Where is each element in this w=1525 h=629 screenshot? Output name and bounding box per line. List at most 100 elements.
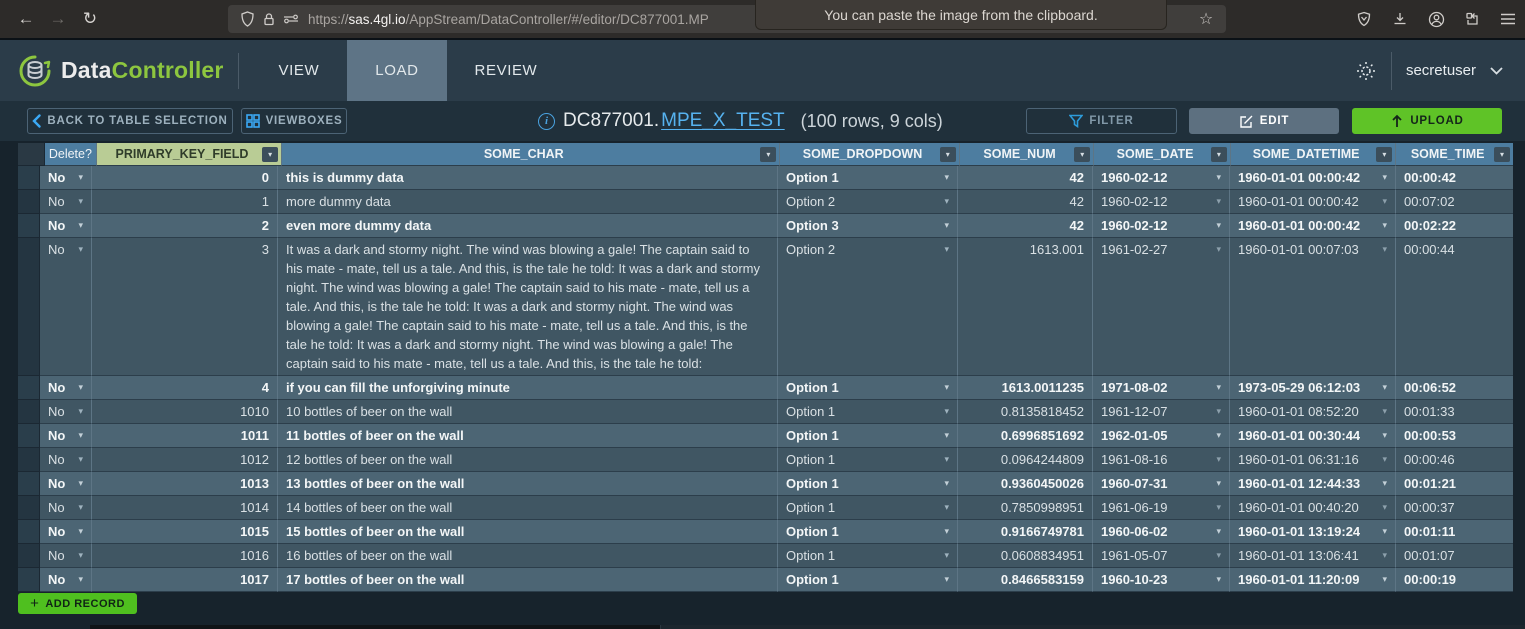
dropdown-select[interactable]: Option 3▾ <box>778 214 958 238</box>
delete-select[interactable]: No▾ <box>40 214 92 238</box>
upload-button[interactable]: UPLOAD <box>1352 108 1502 134</box>
primary-key-cell[interactable]: 2 <box>92 214 278 238</box>
dropdown-select[interactable]: Option 1▾ <box>778 472 958 496</box>
row-handle[interactable] <box>18 544 40 568</box>
date-picker-cell[interactable]: 1961-08-16▾ <box>1093 448 1230 472</box>
user-menu-chevron-icon[interactable] <box>1490 67 1503 75</box>
dropdown-select[interactable]: Option 1▾ <box>778 568 958 592</box>
date-picker-cell[interactable]: 1962-01-05▾ <box>1093 424 1230 448</box>
some-time-cell[interactable]: 00:01:07 <box>1396 544 1513 568</box>
primary-key-cell[interactable]: 1015 <box>92 520 278 544</box>
browser-reload-button[interactable]: ↻ <box>74 4 106 34</box>
some-char-cell[interactable]: 15 bottles of beer on the wall <box>278 520 778 544</box>
delete-select[interactable]: No▾ <box>40 568 92 592</box>
some-char-cell[interactable]: 11 bottles of beer on the wall <box>278 424 778 448</box>
column-header-some-char[interactable]: SOME_CHAR▾ <box>282 143 780 166</box>
delete-select[interactable]: No▾ <box>40 472 92 496</box>
nav-tab-load[interactable]: LOAD <box>347 40 446 101</box>
primary-key-cell[interactable]: 1017 <box>92 568 278 592</box>
dropdown-select[interactable]: Option 2▾ <box>778 190 958 214</box>
some-time-cell[interactable]: 00:00:53 <box>1396 424 1513 448</box>
some-num-cell[interactable]: 42 <box>958 214 1093 238</box>
some-time-cell[interactable]: 00:00:44 <box>1396 238 1513 376</box>
some-num-cell[interactable]: 0.7850998951 <box>958 496 1093 520</box>
primary-key-cell[interactable]: 4 <box>92 376 278 400</box>
theme-toggle-sun-icon[interactable] <box>1355 60 1377 82</box>
delete-select[interactable]: No▾ <box>40 520 92 544</box>
row-handle[interactable] <box>18 448 40 472</box>
datetime-picker-cell[interactable]: 1960-01-01 00:00:42▾ <box>1230 166 1396 190</box>
datetime-picker-cell[interactable]: 1973-05-29 06:12:03▾ <box>1230 376 1396 400</box>
column-header-some-num[interactable]: SOME_NUM▾ <box>960 143 1095 166</box>
lock-icon[interactable] <box>258 8 280 30</box>
datetime-picker-cell[interactable]: 1960-01-01 00:00:42▾ <box>1230 214 1396 238</box>
some-time-cell[interactable]: 00:00:42 <box>1396 166 1513 190</box>
date-picker-cell[interactable]: 1960-06-02▾ <box>1093 520 1230 544</box>
row-handle[interactable] <box>18 568 40 592</box>
row-handle[interactable] <box>18 214 40 238</box>
some-char-cell[interactable]: 12 bottles of beer on the wall <box>278 448 778 472</box>
date-picker-cell[interactable]: 1961-06-19▾ <box>1093 496 1230 520</box>
some-char-cell[interactable]: 17 bottles of beer on the wall <box>278 568 778 592</box>
date-picker-cell[interactable]: 1961-05-07▾ <box>1093 544 1230 568</box>
some-time-cell[interactable]: 00:01:33 <box>1396 400 1513 424</box>
some-char-cell[interactable]: even more dummy data <box>278 214 778 238</box>
some-num-cell[interactable]: 0.8466583159 <box>958 568 1093 592</box>
some-char-cell[interactable]: 10 bottles of beer on the wall <box>278 400 778 424</box>
delete-select[interactable]: No▾ <box>40 448 92 472</box>
datetime-picker-cell[interactable]: 1960-01-01 08:52:20▾ <box>1230 400 1396 424</box>
some-time-cell[interactable]: 00:07:02 <box>1396 190 1513 214</box>
row-handle[interactable] <box>18 166 40 190</box>
some-num-cell[interactable]: 0.6996851692 <box>958 424 1093 448</box>
column-filter-icon[interactable]: ▾ <box>262 147 278 162</box>
primary-key-cell[interactable]: 1010 <box>92 400 278 424</box>
some-time-cell[interactable]: 00:06:52 <box>1396 376 1513 400</box>
datetime-picker-cell[interactable]: 1960-01-01 00:00:42▾ <box>1230 190 1396 214</box>
column-filter-icon[interactable]: ▾ <box>1074 147 1090 162</box>
downloads-icon[interactable] <box>1389 8 1411 30</box>
column-header-delete[interactable]: Delete? <box>45 143 97 166</box>
some-char-cell[interactable]: if you can fill the unforgiving minute <box>278 376 778 400</box>
dropdown-select[interactable]: Option 1▾ <box>778 424 958 448</box>
datetime-picker-cell[interactable]: 1960-01-01 00:40:20▾ <box>1230 496 1396 520</box>
datetime-picker-cell[interactable]: 1960-01-01 13:19:24▾ <box>1230 520 1396 544</box>
datetime-picker-cell[interactable]: 1960-01-01 00:30:44▾ <box>1230 424 1396 448</box>
some-time-cell[interactable]: 00:00:37 <box>1396 496 1513 520</box>
dropdown-select[interactable]: Option 1▾ <box>778 496 958 520</box>
filter-button[interactable]: FILTER <box>1026 108 1177 134</box>
info-icon[interactable]: i <box>538 113 555 130</box>
some-time-cell[interactable]: 00:01:21 <box>1396 472 1513 496</box>
column-filter-icon[interactable]: ▾ <box>1211 147 1227 162</box>
column-filter-icon[interactable]: ▾ <box>1376 147 1392 162</box>
tracking-shield-icon[interactable] <box>236 8 258 30</box>
browser-forward-button[interactable]: → <box>42 4 74 34</box>
delete-select[interactable]: No▾ <box>40 496 92 520</box>
some-time-cell[interactable]: 00:00:46 <box>1396 448 1513 472</box>
primary-key-cell[interactable]: 3 <box>92 238 278 376</box>
row-handle[interactable] <box>18 496 40 520</box>
primary-key-cell[interactable]: 1014 <box>92 496 278 520</box>
row-handle[interactable] <box>18 238 40 376</box>
menu-hamburger-icon[interactable] <box>1497 8 1519 30</box>
back-to-table-selection-button[interactable]: BACK TO TABLE SELECTION <box>27 108 233 134</box>
date-picker-cell[interactable]: 1960-07-31▾ <box>1093 472 1230 496</box>
permissions-icon[interactable] <box>280 8 302 30</box>
some-num-cell[interactable]: 1613.0011235 <box>958 376 1093 400</box>
delete-select[interactable]: No▾ <box>40 424 92 448</box>
some-num-cell[interactable]: 42 <box>958 166 1093 190</box>
dropdown-select[interactable]: Option 1▾ <box>778 376 958 400</box>
some-time-cell[interactable]: 00:00:19 <box>1396 568 1513 592</box>
viewboxes-button[interactable]: VIEWBOXES <box>241 108 347 134</box>
add-record-button[interactable]: + ADD RECORD <box>18 593 137 614</box>
delete-select[interactable]: No▾ <box>40 400 92 424</box>
nav-tab-review[interactable]: REVIEW <box>447 40 566 101</box>
row-handle[interactable] <box>18 400 40 424</box>
dropdown-select[interactable]: Option 1▾ <box>778 520 958 544</box>
row-handle[interactable] <box>18 472 40 496</box>
column-filter-icon[interactable]: ▾ <box>940 147 956 162</box>
some-num-cell[interactable]: 42 <box>958 190 1093 214</box>
primary-key-cell[interactable]: 1013 <box>92 472 278 496</box>
datetime-picker-cell[interactable]: 1960-01-01 00:07:03▾ <box>1230 238 1396 376</box>
some-char-cell[interactable]: 16 bottles of beer on the wall <box>278 544 778 568</box>
datetime-picker-cell[interactable]: 1960-01-01 12:44:33▾ <box>1230 472 1396 496</box>
